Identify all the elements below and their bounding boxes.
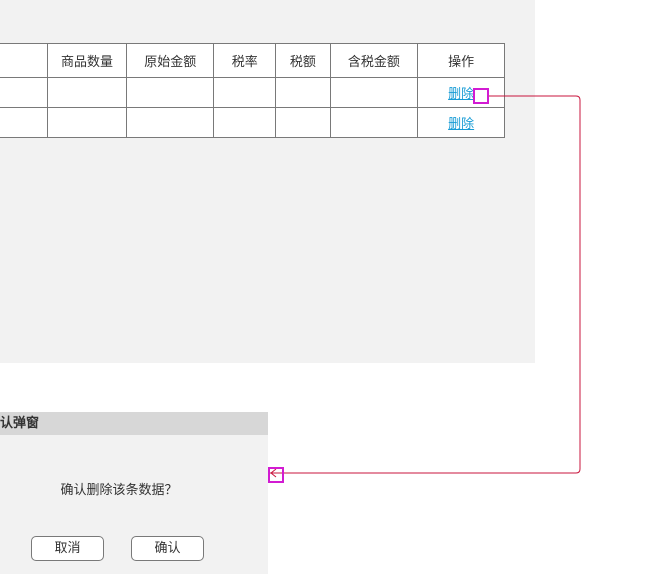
connector-line xyxy=(270,95,581,478)
anchor-marker xyxy=(473,88,489,104)
anchor-marker xyxy=(268,467,284,483)
